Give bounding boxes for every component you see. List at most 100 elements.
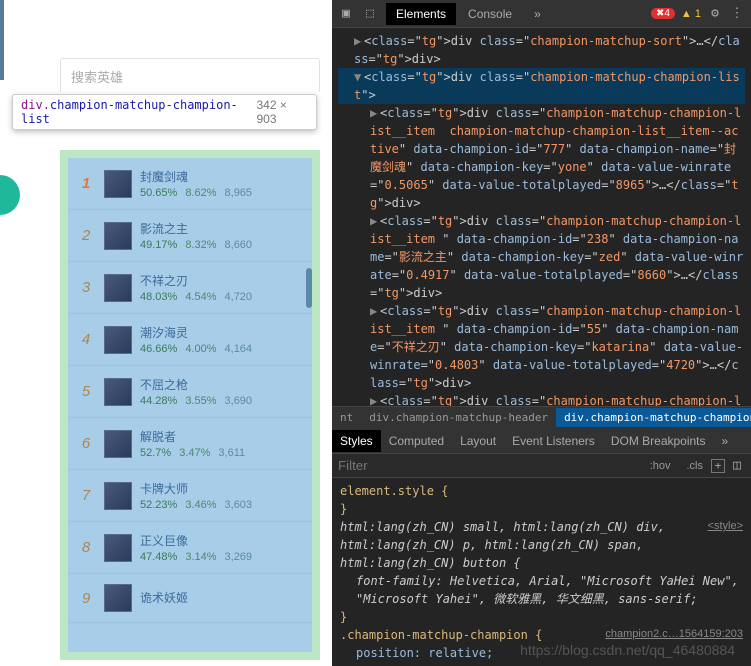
list-item[interactable]: 9 诡术妖姬: [68, 574, 312, 623]
breadcrumb-item[interactable]: nt: [332, 408, 361, 427]
played-count: 8,660: [225, 239, 253, 251]
winrate: 50.65%: [140, 187, 177, 199]
winrate: 49.17%: [140, 239, 177, 251]
page-left-pane: 搜索英雄 div.champion-matchup-champion-list …: [0, 0, 332, 666]
css-source-link[interactable]: <style>: [708, 518, 743, 535]
dom-node[interactable]: ▶<class="tg">div class="champion-matchup…: [338, 392, 745, 406]
styles-tab[interactable]: Computed: [381, 430, 452, 452]
champion-avatar: [104, 378, 132, 406]
styles-tabs: StylesComputedLayoutEvent ListenersDOM B…: [332, 428, 751, 454]
played-count: 3,269: [225, 551, 253, 563]
pickrate: 3.55%: [185, 395, 216, 407]
list-item[interactable]: 8正义巨像47.48%3.14%3,269: [68, 522, 312, 574]
rank-number: 9: [76, 590, 96, 607]
list-item[interactable]: 7卡牌大师52.23%3.46%3,603: [68, 470, 312, 522]
list-item[interactable]: 2 影流之主 49.17% 8.32% 8,660: [68, 210, 312, 262]
panel-toggle-icon[interactable]: ◫: [729, 458, 745, 474]
tab-console[interactable]: Console: [458, 3, 522, 25]
css-rule-close: }: [340, 608, 743, 626]
rank-number: 3: [76, 279, 96, 296]
breadcrumb-item[interactable]: div.champion-matchup-champion: [556, 408, 751, 427]
expand-arrow[interactable]: ▶: [370, 302, 380, 320]
warning-count-badge[interactable]: ▲ 1: [681, 8, 701, 20]
styles-tab[interactable]: Event Listeners: [504, 430, 603, 452]
champion-avatar: [104, 170, 132, 198]
styles-tab[interactable]: Styles: [332, 430, 381, 452]
winrate: 52.7%: [140, 447, 171, 459]
device-icon[interactable]: ⬚: [362, 6, 378, 22]
champion-avatar: [104, 482, 132, 510]
styles-tab[interactable]: DOM Breakpoints: [603, 430, 714, 452]
pickrate: 8.62%: [185, 187, 216, 199]
champion-info: 潮汐海灵46.66%4.00%4,164: [140, 324, 304, 355]
gear-icon[interactable]: ⚙: [707, 6, 723, 22]
champion-avatar: [104, 274, 132, 302]
expand-arrow[interactable]: ▼: [354, 68, 364, 86]
expand-arrow[interactable]: ▶: [370, 104, 380, 122]
champion-info: 封魔剑魂50.65%8.62%8,965: [140, 168, 304, 199]
styles-tab[interactable]: Layout: [452, 430, 504, 452]
rank-number: 8: [76, 539, 96, 556]
champion-info: 不祥之刃48.03%4.54%4,720: [140, 272, 304, 303]
error-count-badge[interactable]: ✖ 4: [651, 8, 675, 19]
styles-filter-input[interactable]: [338, 458, 642, 473]
tooltip-selector: div.champion-matchup-champion-list: [21, 98, 257, 127]
css-source-link[interactable]: champion2.c…1564159:203: [605, 626, 743, 643]
expand-arrow[interactable]: ▶: [370, 392, 380, 406]
winrate: 47.48%: [140, 551, 177, 563]
css-declaration[interactable]: font-family: Helvetica, Arial, "Microsof…: [340, 572, 743, 608]
rank-number: 2: [76, 227, 96, 244]
played-count: 4,164: [225, 343, 253, 355]
styles-filter-row: :hov .cls + ◫: [332, 454, 751, 478]
css-declaration[interactable]: position: relative;: [340, 644, 743, 662]
expand-arrow[interactable]: ▶: [370, 212, 380, 230]
styles-body[interactable]: element.style { } <style> html:lang(zh_C…: [332, 478, 751, 666]
champion-name: 卡牌大师: [140, 480, 304, 497]
kebab-icon[interactable]: ⋮: [729, 6, 745, 22]
champion-avatar: [104, 326, 132, 354]
champion-avatar: [104, 534, 132, 562]
champion-info: 诡术妖姬: [140, 589, 304, 608]
champion-name: 影流之主: [140, 220, 304, 237]
tab-elements[interactable]: Elements: [386, 3, 456, 25]
list-item[interactable]: 4 潮汐海灵46.66%4.00%4,164: [68, 314, 312, 366]
winrate: 44.28%: [140, 395, 177, 407]
tooltip-dimensions: 342 × 903: [257, 98, 309, 126]
dom-node[interactable]: ▶<class="tg">div class="champion-matchup…: [338, 302, 745, 392]
dom-node[interactable]: ▶<class="tg">div class="champion-matchup…: [338, 32, 745, 68]
champion-name: 诡术妖姬: [140, 589, 304, 606]
champion-name: 不祥之刃: [140, 272, 304, 289]
dom-node[interactable]: ▶<class="tg">div class="champion-matchup…: [338, 104, 745, 212]
champion-info: 不屈之枪44.28%3.55%3,690: [140, 376, 304, 407]
pickrate: 3.46%: [185, 499, 216, 511]
devtools-tabs: Elements Console »: [386, 3, 551, 25]
pickrate: 3.47%: [179, 447, 210, 459]
breadcrumb[interactable]: ntdiv.champion-matchup-headerdiv.champio…: [332, 406, 751, 428]
rank-number: 7: [76, 487, 96, 504]
expand-arrow[interactable]: ▶: [354, 32, 364, 50]
champion-name: 封魔剑魂: [140, 168, 304, 185]
devtools-toolbar: ▣ ⬚ Elements Console » ✖ 4 ▲ 1 ⚙ ⋮: [332, 0, 751, 28]
add-rule-button[interactable]: +: [711, 459, 725, 473]
elements-tree[interactable]: ▶<class="tg">div class="champion-matchup…: [332, 28, 751, 406]
pickrate: 3.14%: [185, 551, 216, 563]
list-item[interactable]: 1封魔剑魂50.65%8.62%8,965: [68, 158, 312, 210]
hov-toggle[interactable]: :hov: [650, 460, 671, 472]
list-item[interactable]: 3 不祥之刃48.03%4.54%4,720: [68, 262, 312, 314]
breadcrumb-item[interactable]: div.champion-matchup-header: [361, 408, 556, 427]
list-item[interactable]: 5不屈之枪44.28%3.55%3,690: [68, 366, 312, 418]
champion-list[interactable]: 1封魔剑魂50.65%8.62%8,9652影流之主49.17%8.32%8,6…: [68, 158, 312, 652]
styles-tab[interactable]: »: [714, 430, 737, 452]
dom-node[interactable]: ▼<class="tg">div class="champion-matchup…: [338, 68, 745, 104]
played-count: 4,720: [225, 291, 253, 303]
list-item[interactable]: 6解脱者52.7%3.47%3,611: [68, 418, 312, 470]
rank-number: 4: [76, 331, 96, 348]
tab-more[interactable]: »: [524, 3, 551, 25]
search-input[interactable]: 搜索英雄: [60, 58, 320, 92]
rank-number: 6: [76, 435, 96, 452]
cls-toggle[interactable]: .cls: [687, 460, 704, 472]
inspect-icon[interactable]: ▣: [338, 6, 354, 22]
pickrate: 8.32%: [185, 239, 216, 251]
dom-node[interactable]: ▶<class="tg">div class="champion-matchup…: [338, 212, 745, 302]
champion-name: 不屈之枪: [140, 376, 304, 393]
